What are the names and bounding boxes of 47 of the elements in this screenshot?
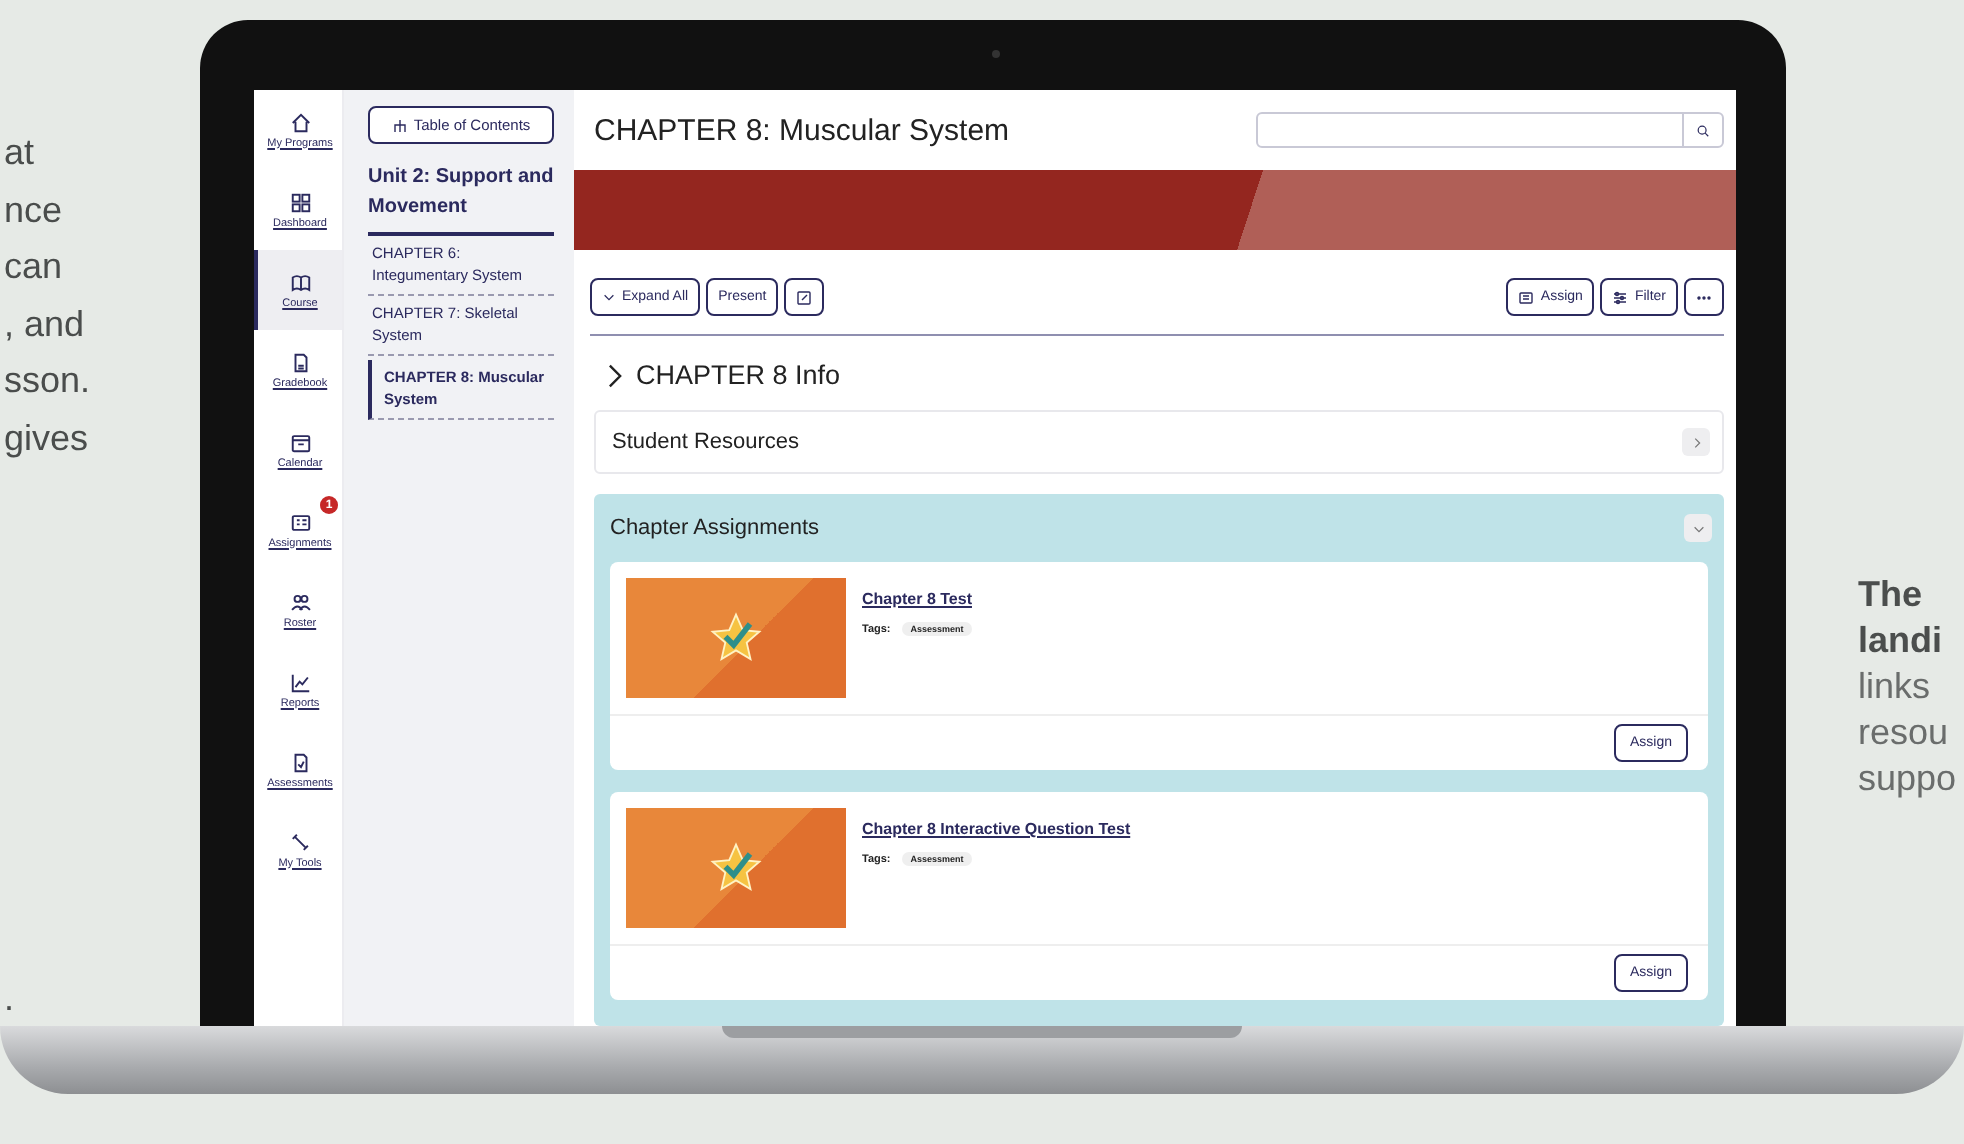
promo-text-line: nce (4, 187, 65, 233)
people-icon (289, 591, 311, 613)
promo-text-line: , and (4, 301, 87, 347)
checked-document-icon (289, 751, 311, 773)
ellipsis-icon (1696, 293, 1712, 301)
chevron-down-icon (602, 290, 616, 304)
edit-icon (796, 289, 813, 305)
star-checkmark-icon (708, 610, 764, 666)
grid-icon (289, 191, 311, 213)
edit-button[interactable] (784, 278, 825, 316)
promo-text-line: gives (4, 415, 91, 462)
camera-icon (992, 50, 1000, 58)
promo-text-line: can (4, 244, 65, 290)
promo-text-line: The (1858, 572, 1925, 618)
book-icon (289, 271, 311, 293)
list-card-icon (289, 511, 311, 533)
list-card-icon (1518, 289, 1535, 305)
section-title: Chapter Assignments (610, 516, 820, 540)
expand-toggle-button[interactable] (1684, 514, 1712, 542)
promo-text-line: landi (1858, 618, 1945, 664)
info-toggle[interactable]: CHAPTER 8 Info (606, 360, 1736, 390)
star-checkmark-icon (708, 840, 764, 896)
unit-heading: Unit 2: Support and Movement (368, 162, 554, 236)
calendar-icon (289, 431, 311, 453)
hierarchy-icon (391, 117, 408, 133)
chevron-right-icon (606, 363, 624, 387)
assignment-title-link[interactable]: Chapter 8 Test (862, 590, 972, 608)
page-title: CHAPTER 8: Muscular System (594, 113, 1010, 147)
section-title: Student Resources (612, 430, 800, 454)
promo-text-line: sson. (4, 358, 93, 404)
document-icon (289, 351, 311, 373)
expand-toggle-button[interactable] (1682, 428, 1710, 456)
chevron-down-icon (1691, 521, 1705, 535)
search-icon (1696, 123, 1710, 137)
promo-text-line: at (4, 130, 37, 176)
promo-text-line: links (1858, 664, 1933, 710)
line-chart-icon (289, 671, 311, 693)
assignment-title-link[interactable]: Chapter 8 Interactive Question Test (862, 820, 1131, 838)
promo-text-line: suppo (1858, 756, 1959, 802)
promo-text-line: . (4, 975, 17, 1021)
promo-text-line: resou (1858, 710, 1951, 756)
more-options-button[interactable] (1684, 278, 1724, 316)
chevron-right-icon (1689, 435, 1703, 449)
search-field[interactable] (1256, 112, 1724, 148)
section-heading: CHAPTER 8 Info (636, 360, 841, 390)
sliders-icon (1612, 289, 1629, 305)
home-icon (289, 111, 311, 133)
